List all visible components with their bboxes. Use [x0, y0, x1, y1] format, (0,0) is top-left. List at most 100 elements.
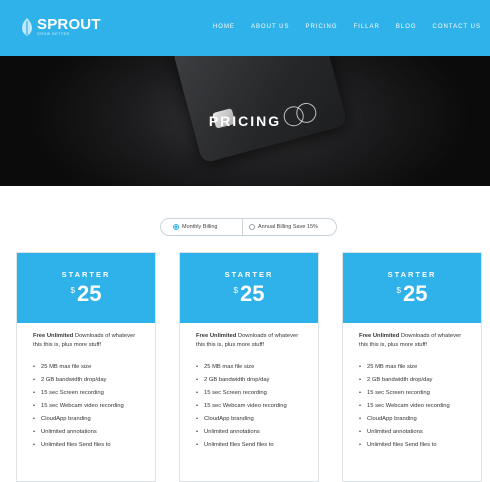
feature-item: • Unlimited annotations [33, 428, 155, 437]
price-amount: 25 [402, 281, 428, 306]
bullet-dot-icon: • [359, 402, 362, 409]
plan-intro: Free Unlimited Downloads of whatever thi… [196, 332, 318, 350]
nav-home[interactable]: HOME [213, 24, 235, 30]
bullet-dot-icon: • [196, 376, 199, 383]
feature-item: • 15 sec Screen recording [359, 389, 481, 398]
pricing-card-body: Free Unlimited Downloads of whatever thi… [17, 323, 155, 450]
feature-text: CloudApp branding [204, 415, 254, 422]
feature-text: 15 sec Screen recording [204, 389, 267, 396]
feature-item: • 25 MB max file size [196, 363, 318, 372]
bullet-dot-icon: • [33, 402, 36, 409]
feature-item: • 15 sec Webcam video recording [33, 402, 155, 411]
bullet-dot-icon: • [196, 442, 199, 449]
nav-blog[interactable]: BLOG [396, 24, 417, 30]
monthly-billing-option[interactable]: Monthly Billing [161, 219, 243, 235]
plan-name: STARTER [387, 270, 437, 279]
price-amount: 25 [76, 281, 102, 306]
feature-text: 25 MB max file size [204, 363, 255, 370]
feature-item: • 15 sec Webcam video recording [196, 402, 318, 411]
bullet-dot-icon: • [359, 415, 362, 422]
bullet-dot-icon: • [196, 402, 199, 409]
radio-checked-icon[interactable] [173, 224, 179, 230]
bullet-dot-icon: • [33, 415, 36, 422]
pricing-card: STARTER $ 25 Free Unlimited Downloads of… [16, 252, 156, 482]
bullet-dot-icon: • [196, 429, 199, 436]
feature-item: • 2 GB bandwidth drop/day [196, 376, 318, 385]
plan-intro-bold: Free Unlimited [196, 333, 237, 339]
pricing-card: STARTER $ 25 Free Unlimited Downloads of… [342, 252, 482, 482]
feature-text: 2 GB bandwidth drop/day [41, 376, 107, 383]
feature-text: Unlimited annotations [41, 429, 97, 436]
feature-item: • 15 sec Screen recording [196, 389, 318, 398]
pricing-card-body: Free Unlimited Downloads of whatever thi… [180, 323, 318, 450]
logo-name: SPROUT [37, 16, 101, 34]
plan-intro: Free Unlimited Downloads of whatever thi… [359, 332, 481, 350]
pricing-card-body: Free Unlimited Downloads of whatever thi… [343, 323, 481, 450]
feature-item: • 15 sec Webcam video recording [359, 402, 481, 411]
plan-name: STARTER [61, 270, 111, 279]
plan-price: $ 25 [343, 283, 481, 305]
nav-fillar[interactable]: FILLAR [354, 24, 380, 30]
bullet-dot-icon: • [33, 376, 36, 383]
feature-item: • 25 MB max file size [359, 363, 481, 372]
bullet-dot-icon: • [359, 376, 362, 383]
pricing-card: STARTER $ 25 Free Unlimited Downloads of… [179, 252, 319, 482]
credit-card-image: ʀ [172, 56, 348, 164]
pricing-card-header: STARTER $ 25 [343, 253, 481, 323]
logo[interactable]: SPROUT GROW BETTER [20, 17, 101, 37]
bullet-dot-icon: • [33, 429, 36, 436]
feature-item: • CloudApp branding [33, 415, 155, 424]
nav-pricing[interactable]: PRICING [306, 24, 338, 30]
site-header: SPROUT GROW BETTER HOME ABOUT US PRICING… [0, 0, 490, 56]
feature-item: • CloudApp branding [196, 415, 318, 424]
bullet-dot-icon: • [196, 389, 199, 396]
bullet-dot-icon: • [196, 363, 199, 370]
plan-intro-bold: Free Unlimited [33, 333, 74, 339]
feature-text: 15 sec Screen recording [41, 389, 104, 396]
feature-item: • Unlimited files Send files to [196, 441, 318, 450]
feature-item: • Unlimited files Send files to [359, 441, 481, 450]
feature-text: 15 sec Webcam video recording [204, 402, 287, 409]
currency-symbol: $ [70, 286, 75, 295]
bullet-dot-icon: • [33, 363, 36, 370]
hero-banner: ʀ PRICING [0, 56, 490, 186]
main-nav: HOME ABOUT US PRICING FILLAR BLOG CONTAC… [197, 24, 481, 30]
radio-unchecked-icon[interactable] [249, 224, 255, 230]
feature-text: CloudApp branding [367, 415, 417, 422]
currency-symbol: $ [396, 286, 401, 295]
page-title: PRICING [208, 113, 282, 129]
feature-text: 25 MB max file size [41, 363, 92, 370]
monthly-billing-label: Monthly Billing [182, 224, 218, 230]
annual-billing-label: Annual Billing Save 15% [258, 224, 318, 230]
feature-text: 15 sec Screen recording [367, 389, 430, 396]
billing-toggle: Monthly Billing Annual Billing Save 15% [160, 218, 337, 236]
bullet-dot-icon: • [196, 415, 199, 422]
feature-item: • Unlimited annotations [196, 428, 318, 437]
plan-intro: Free Unlimited Downloads of whatever thi… [33, 332, 155, 350]
feature-item: • 2 GB bandwidth drop/day [33, 376, 155, 385]
plan-name: STARTER [224, 270, 274, 279]
feature-text: Unlimited annotations [204, 429, 260, 436]
feature-item: • 2 GB bandwidth drop/day [359, 376, 481, 385]
feature-item: • Unlimited files Send files to [33, 441, 155, 450]
nav-about-us[interactable]: ABOUT US [251, 24, 290, 30]
feature-text: CloudApp branding [41, 415, 91, 422]
annual-billing-option[interactable]: Annual Billing Save 15% [243, 219, 318, 235]
feature-text: Unlimited annotations [367, 429, 423, 436]
feature-text: Unlimited files Send files to [41, 442, 111, 449]
bullet-dot-icon: • [359, 363, 362, 370]
feature-item: • 15 sec Screen recording [33, 389, 155, 398]
pricing-card-header: STARTER $ 25 [17, 253, 155, 323]
feature-item: • Unlimited annotations [359, 428, 481, 437]
feature-text: 2 GB bandwidth drop/day [204, 376, 270, 383]
nav-contact-us[interactable]: CONTACT US [433, 24, 481, 30]
plan-intro-bold: Free Unlimited [359, 333, 400, 339]
feature-text: 15 sec Webcam video recording [367, 402, 450, 409]
logo-tagline: GROW BETTER [37, 32, 70, 37]
bullet-dot-icon: • [359, 442, 362, 449]
feature-text: 2 GB bandwidth drop/day [367, 376, 433, 383]
currency-symbol: $ [233, 286, 238, 295]
bullet-dot-icon: • [359, 429, 362, 436]
feature-item: • CloudApp branding [359, 415, 481, 424]
plan-price: $ 25 [180, 283, 318, 305]
